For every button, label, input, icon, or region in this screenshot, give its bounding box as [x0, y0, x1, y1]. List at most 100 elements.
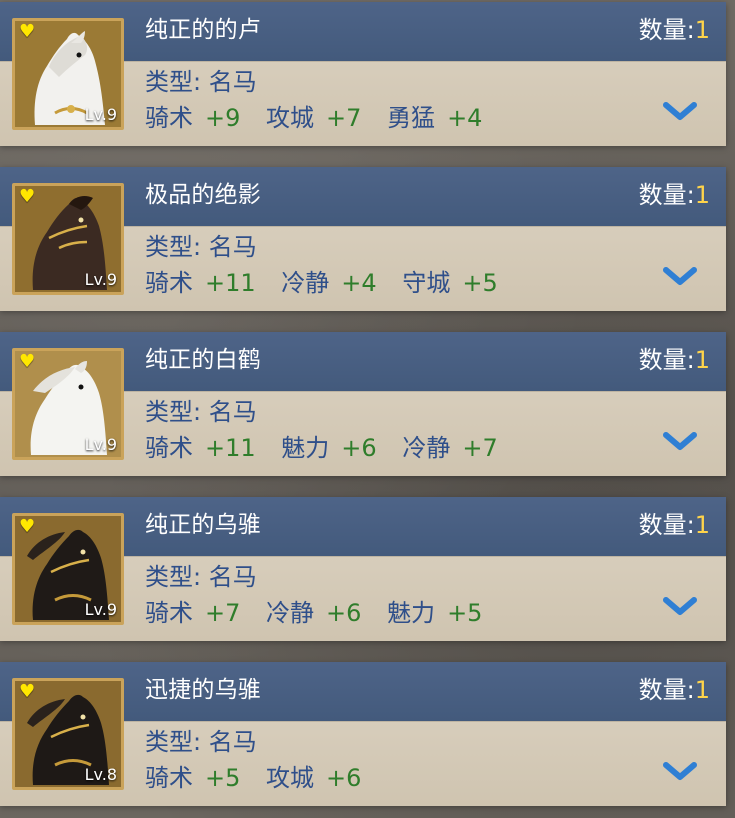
- stat-name: 攻城: [266, 104, 315, 132]
- type-value: 名马: [208, 728, 257, 756]
- stat: 骑术 +11: [145, 432, 256, 464]
- chevron-down-icon[interactable]: [662, 265, 698, 287]
- stat-value: +7: [326, 104, 362, 132]
- list-item[interactable]: 极品的绝影 数量:1 类型: 名马 骑术 +11 冷静 +4 守城 +5 ♥ L…: [0, 167, 726, 311]
- level-label: Lv.9: [84, 270, 117, 289]
- chevron-down-icon[interactable]: [662, 100, 698, 122]
- quantity-value: 1: [694, 511, 710, 539]
- stat: 攻城 +6: [266, 762, 361, 794]
- heart-icon: ♥: [19, 186, 36, 207]
- quantity-value: 1: [694, 346, 710, 374]
- stat-name: 冷静: [266, 599, 315, 627]
- stat: 骑术 +7: [145, 597, 240, 629]
- stat: 守城 +5: [402, 267, 497, 299]
- stat-name: 魅力: [387, 599, 436, 627]
- stats-line: 骑术 +9 攻城 +7 勇猛 +4: [145, 102, 500, 134]
- stat: 勇猛 +4: [387, 102, 482, 134]
- list-item[interactable]: 纯正的的卢 数量:1 类型: 名马 骑术 +9 攻城 +7 勇猛 +4 ♥ Lv…: [0, 2, 726, 146]
- stat: 魅力 +6: [281, 432, 376, 464]
- stat: 骑术 +5: [145, 762, 240, 794]
- type-label: 类型:: [145, 563, 202, 591]
- stat-name: 勇猛: [387, 104, 436, 132]
- stat: 魅力 +5: [387, 597, 482, 629]
- stat: 冷静 +4: [281, 267, 376, 299]
- item-name: 纯正的白鹤: [145, 347, 261, 373]
- list-item[interactable]: 迅捷的乌骓 数量:1 类型: 名马 骑术 +5 攻城 +6 ♥ Lv.8: [0, 662, 726, 806]
- stat: 攻城 +7: [266, 102, 361, 134]
- type-line: 类型: 名马: [145, 396, 257, 428]
- stat-value: +5: [205, 764, 241, 792]
- type-line: 类型: 名马: [145, 561, 257, 593]
- type-value: 名马: [208, 563, 257, 591]
- quantity: 数量:1: [639, 509, 710, 541]
- heart-icon: ♥: [19, 516, 36, 537]
- type-line: 类型: 名马: [145, 66, 257, 98]
- type-label: 类型:: [145, 398, 202, 426]
- heart-icon: ♥: [19, 681, 36, 702]
- stat-value: +6: [326, 764, 362, 792]
- quantity-label: 数量:: [638, 16, 695, 44]
- item-name: 纯正的乌骓: [145, 512, 261, 538]
- horse-portrait[interactable]: ♥ Lv.8: [12, 678, 124, 790]
- stat-value: +4: [447, 104, 483, 132]
- quantity-value: 1: [694, 181, 710, 209]
- stat-name: 骑术: [145, 599, 193, 627]
- stats-line: 骑术 +5 攻城 +6: [145, 762, 379, 794]
- type-value: 名马: [208, 68, 257, 96]
- stat-value: +7: [205, 599, 241, 627]
- level-label: Lv.9: [84, 105, 117, 124]
- type-value: 名马: [208, 233, 257, 261]
- stat-value: +11: [205, 269, 256, 297]
- stat-name: 骑术: [145, 434, 193, 462]
- stat-value: +9: [205, 104, 241, 132]
- stat: 骑术 +9: [145, 102, 240, 134]
- stat-value: +11: [205, 434, 256, 462]
- list-item[interactable]: 纯正的白鹤 数量:1 类型: 名马 骑术 +11 魅力 +6 冷静 +7 ♥ L…: [0, 332, 726, 476]
- stat-value: +6: [341, 434, 377, 462]
- stat: 骑术 +11: [145, 267, 256, 299]
- chevron-down-icon[interactable]: [662, 595, 698, 617]
- quantity-label: 数量:: [638, 346, 695, 374]
- stat-value: +5: [462, 269, 498, 297]
- level-label: Lv.8: [84, 765, 117, 784]
- chevron-down-icon[interactable]: [662, 760, 698, 782]
- quantity: 数量:1: [639, 674, 710, 706]
- quantity: 数量:1: [639, 344, 710, 376]
- heart-icon: ♥: [19, 21, 36, 42]
- type-label: 类型:: [145, 68, 202, 96]
- item-name: 迅捷的乌骓: [145, 677, 261, 703]
- stat-name: 冷静: [281, 269, 330, 297]
- list-item[interactable]: 纯正的乌骓 数量:1 类型: 名马 骑术 +7 冷静 +6 魅力 +5 ♥ Lv…: [0, 497, 726, 641]
- item-name: 纯正的的卢: [145, 17, 261, 43]
- type-label: 类型:: [145, 728, 202, 756]
- stats-line: 骑术 +11 冷静 +4 守城 +5: [145, 267, 516, 299]
- quantity: 数量:1: [639, 14, 710, 46]
- horse-portrait[interactable]: ♥ Lv.9: [12, 183, 124, 295]
- stat: 冷静 +6: [266, 597, 361, 629]
- stat-value: +4: [341, 269, 377, 297]
- stat: 冷静 +7: [402, 432, 497, 464]
- quantity: 数量:1: [639, 179, 710, 211]
- quantity-value: 1: [694, 16, 710, 44]
- quantity-label: 数量:: [638, 676, 695, 704]
- stats-line: 骑术 +7 冷静 +6 魅力 +5: [145, 597, 500, 629]
- stat-value: +5: [447, 599, 483, 627]
- quantity-label: 数量:: [638, 181, 695, 209]
- stat-name: 骑术: [145, 269, 193, 297]
- stat-name: 骑术: [145, 104, 193, 132]
- stat-name: 守城: [402, 269, 451, 297]
- stats-line: 骑术 +11 魅力 +6 冷静 +7: [145, 432, 516, 464]
- horse-portrait[interactable]: ♥ Lv.9: [12, 348, 124, 460]
- chevron-down-icon[interactable]: [662, 430, 698, 452]
- quantity-value: 1: [694, 676, 710, 704]
- quantity-label: 数量:: [638, 511, 695, 539]
- horse-portrait[interactable]: ♥ Lv.9: [12, 18, 124, 130]
- stat-name: 冷静: [402, 434, 451, 462]
- type-line: 类型: 名马: [145, 726, 257, 758]
- horse-portrait[interactable]: ♥ Lv.9: [12, 513, 124, 625]
- stat-value: +7: [462, 434, 498, 462]
- type-line: 类型: 名马: [145, 231, 257, 263]
- heart-icon: ♥: [19, 351, 36, 372]
- type-value: 名马: [208, 398, 257, 426]
- level-label: Lv.9: [84, 435, 117, 454]
